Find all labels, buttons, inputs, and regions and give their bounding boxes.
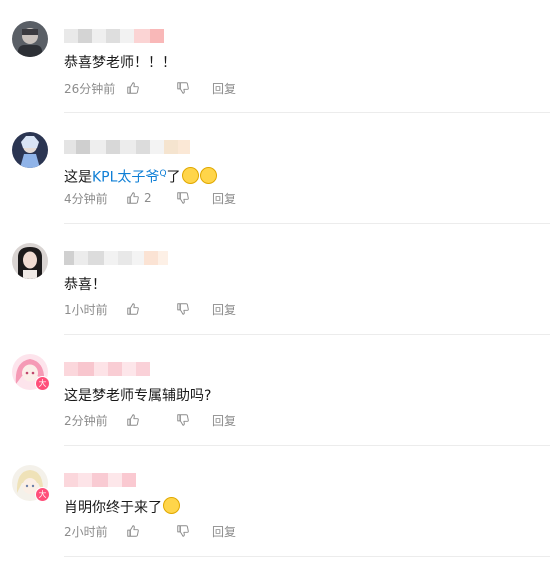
divider — [64, 334, 550, 335]
comment-meta: 2分钟前 回复 — [64, 412, 236, 428]
dislike-button[interactable] — [176, 302, 212, 316]
username-blurred[interactable] — [64, 251, 168, 265]
divider — [64, 556, 550, 557]
like-count: 2 — [144, 191, 152, 205]
divider — [64, 445, 550, 446]
comment-text-prefix: 这是 — [64, 169, 92, 186]
comment-text: 恭喜梦老师！！！ — [64, 55, 176, 71]
username-blurred[interactable] — [64, 473, 136, 487]
dislike-button[interactable] — [176, 81, 212, 95]
username-blurred[interactable] — [64, 29, 164, 43]
smiling-emoji-icon — [199, 166, 217, 184]
comment-time: 2分钟前 — [64, 413, 108, 428]
reply-button[interactable]: 回复 — [212, 301, 236, 318]
thumbs-down-icon — [177, 303, 189, 315]
shocked-emoji-icon — [163, 497, 180, 514]
dislike-button[interactable] — [176, 413, 212, 427]
thumbs-up-icon — [127, 82, 139, 94]
comment-text: 恭喜！ — [64, 277, 106, 293]
thumbs-down-icon — [177, 414, 189, 426]
comment-text-body: 肖明你终于来了 — [64, 500, 162, 516]
comment-text: 肖明你终于来了 — [64, 497, 180, 518]
comment-meta: 4分钟前 2 回复 — [64, 190, 236, 206]
comment-time: 2小时前 — [64, 524, 108, 539]
avatar[interactable] — [12, 21, 48, 57]
comment-meta: 1小时前 回复 — [64, 301, 236, 317]
thumbs-down-icon — [177, 192, 189, 204]
like-button[interactable] — [126, 413, 176, 427]
comment-time: 4分钟前 — [64, 191, 108, 206]
search-icon[interactable]: Q — [159, 169, 166, 179]
comment-text-suffix: 了 — [166, 169, 181, 186]
avatar[interactable] — [12, 243, 48, 279]
like-button[interactable] — [126, 524, 176, 538]
divider — [64, 112, 550, 113]
username-blurred[interactable] — [64, 140, 190, 154]
comment-meta: 26分钟前 回复 — [64, 80, 236, 96]
thumbs-down-icon — [177, 82, 189, 94]
comment-time: 26分钟前 — [64, 81, 116, 96]
thumbs-down-icon — [177, 525, 189, 537]
like-button[interactable]: 2 — [126, 191, 176, 205]
avatar[interactable] — [12, 132, 48, 168]
dislike-button[interactable] — [176, 524, 212, 538]
thumbs-up-icon — [127, 525, 139, 537]
vip-badge: 大 — [35, 376, 50, 391]
dislike-button[interactable] — [176, 191, 212, 205]
comment-time: 1小时前 — [64, 302, 108, 317]
comment-text: 这是KPL太子爷Q了 — [64, 164, 217, 188]
reply-button[interactable]: 回复 — [212, 523, 236, 540]
comment-text: 这是梦老师专属辅助吗? — [64, 388, 212, 404]
vip-badge: 大 — [35, 487, 50, 502]
reply-button[interactable]: 回复 — [212, 190, 236, 207]
like-button[interactable] — [126, 302, 176, 316]
mention-link[interactable]: KPL太子爷 — [92, 170, 159, 186]
reply-button[interactable]: 回复 — [212, 412, 236, 429]
thumbs-up-icon — [127, 192, 139, 204]
divider — [64, 223, 550, 224]
reply-button[interactable]: 回复 — [212, 80, 236, 97]
smiling-emoji-icon — [181, 166, 199, 184]
like-button[interactable] — [126, 81, 176, 95]
comment-meta: 2小时前 回复 — [64, 523, 236, 539]
thumbs-up-icon — [127, 303, 139, 315]
username-blurred[interactable] — [64, 362, 150, 376]
thumbs-up-icon — [127, 414, 139, 426]
